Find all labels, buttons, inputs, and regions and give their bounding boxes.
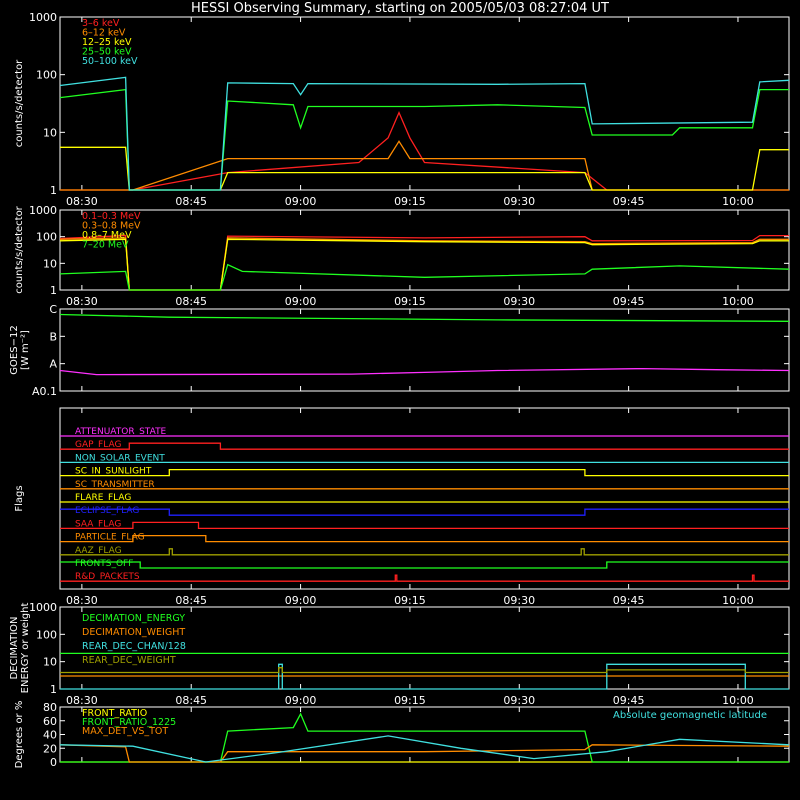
x-tick-label: 09:30 bbox=[503, 195, 535, 208]
panel-frame bbox=[59, 209, 790, 291]
y-tick-label: 40 bbox=[43, 729, 57, 742]
y-tick-label: 60 bbox=[43, 715, 57, 728]
panel-frame bbox=[59, 16, 790, 191]
y-tick-label: 20 bbox=[43, 742, 57, 755]
annotation-label: Absolute geomagnetic latitude bbox=[613, 710, 767, 721]
y-tick-label: A0.1 bbox=[32, 385, 57, 398]
x-tick-label: 08:30 bbox=[66, 594, 98, 607]
series-line bbox=[59, 735, 790, 763]
y-axis-label: [W m⁻²] bbox=[20, 330, 31, 370]
y-axis-label: counts/s/detector bbox=[14, 59, 25, 147]
y-tick-label: 0 bbox=[50, 756, 57, 769]
series-label: ECLIPSE_FLAG bbox=[75, 506, 139, 516]
panel-counts_high: 1 10 100 1000 08:30 08:45 09:00 09:15 09:30 09:45… bbox=[14, 204, 790, 308]
y-axis-label: Flags bbox=[14, 485, 25, 511]
legend-entry: 50–100 keV bbox=[82, 56, 138, 67]
y-tick-label: 1000 bbox=[29, 11, 57, 24]
panel-decimation: 1 10 100 1000 08:30 08:45 09:00 09:15 09:30 09:45… bbox=[9, 601, 790, 707]
x-tick-label: 10:00 bbox=[722, 594, 754, 607]
x-tick-label: 09:30 bbox=[503, 295, 535, 308]
y-axis-label: DECIMATION bbox=[9, 616, 20, 679]
x-tick-label: 08:45 bbox=[175, 594, 207, 607]
series-line bbox=[59, 238, 789, 291]
y-tick-label: B bbox=[49, 330, 57, 343]
x-tick-label: 08:45 bbox=[175, 295, 207, 308]
x-tick-label: 09:00 bbox=[285, 594, 317, 607]
series-line bbox=[60, 548, 789, 556]
legend-entry: REAR_DEC_CHAN/128 bbox=[82, 641, 186, 652]
legend-entry: DECIMATION_ENERGY bbox=[82, 613, 185, 624]
y-tick-label: 10 bbox=[43, 257, 57, 270]
series-line bbox=[60, 534, 789, 543]
series-line bbox=[60, 508, 789, 516]
x-tick-label: 10:00 bbox=[722, 295, 754, 308]
y-axis-label: ENERGY or weight bbox=[20, 603, 31, 694]
y-axis-label: counts/s/detector bbox=[14, 205, 25, 293]
series-line bbox=[60, 574, 789, 582]
y-tick-label: 100 bbox=[36, 69, 57, 82]
series-line bbox=[59, 237, 789, 291]
x-tick-label: 09:30 bbox=[503, 594, 535, 607]
y-tick-label: 1 bbox=[50, 284, 57, 297]
series-line bbox=[59, 313, 790, 322]
series-label: FRONTS_OFF bbox=[75, 559, 133, 569]
x-tick-label: 09:15 bbox=[394, 295, 426, 308]
x-tick-label: 08:45 bbox=[175, 195, 207, 208]
x-tick-label: 09:00 bbox=[285, 295, 317, 308]
series-line bbox=[59, 744, 790, 763]
x-tick-label: 09:15 bbox=[394, 195, 426, 208]
series-line bbox=[60, 468, 789, 477]
x-tick-label: 09:45 bbox=[613, 694, 645, 707]
series-line bbox=[59, 367, 790, 376]
series-line bbox=[60, 561, 789, 569]
series-line bbox=[59, 263, 790, 291]
series-line bbox=[60, 667, 789, 674]
panel-counts_low: 1 10 100 1000 08:30 08:45 09:00 09:15 09:30 09:45… bbox=[14, 11, 790, 208]
y-tick-label: 1000 bbox=[29, 204, 57, 217]
series-line bbox=[60, 521, 789, 530]
legend-entry: MAX_DET_VS_TOT bbox=[82, 726, 168, 737]
x-tick-label: 08:45 bbox=[175, 694, 207, 707]
legend-entry: 7–20 MeV bbox=[82, 240, 129, 251]
y-tick-label: 10 bbox=[43, 126, 57, 139]
legend-entry: DECIMATION_WEIGHT bbox=[82, 627, 185, 638]
y-tick-label: 1 bbox=[50, 184, 57, 197]
x-tick-label: 09:15 bbox=[394, 594, 426, 607]
series-line bbox=[60, 663, 789, 690]
series-line bbox=[59, 88, 789, 191]
x-tick-label: 09:00 bbox=[285, 694, 317, 707]
y-tick-label: C bbox=[49, 303, 57, 316]
x-tick-label: 09:15 bbox=[394, 694, 426, 707]
y-axis-label: Degrees or % bbox=[14, 701, 25, 769]
y-axis-label: GOES−12 bbox=[9, 325, 20, 374]
legend-entry: REAR_DEC_WEIGHT bbox=[82, 655, 176, 666]
series-line bbox=[60, 442, 789, 450]
panel-ratio: 020406080Degrees or % FRONT_RATIOFRONT_RA… bbox=[14, 701, 790, 769]
y-tick-label: 10 bbox=[43, 656, 57, 669]
y-tick-label: 80 bbox=[43, 701, 57, 714]
y-tick-label: 1 bbox=[50, 683, 57, 696]
x-tick-label: 08:30 bbox=[66, 195, 98, 208]
x-tick-label: 09:45 bbox=[613, 295, 645, 308]
y-tick-label: A bbox=[49, 358, 57, 371]
y-tick-label: 100 bbox=[36, 628, 57, 641]
y-tick-label: 100 bbox=[36, 231, 57, 244]
x-tick-label: 09:00 bbox=[285, 195, 317, 208]
panel-goes: A0.1 A B C GOES−12 [W m⁻²] bbox=[9, 303, 790, 398]
panel-flags: 08:30 08:45 09:00 09:15 09:30 09:45 10:00 Flags… bbox=[14, 407, 790, 607]
observing-summary-plot: 110100100008:30 08:45 09:00 09:15 09:30 09:45… bbox=[9, 11, 790, 769]
x-tick-label: 09:30 bbox=[503, 694, 535, 707]
x-tick-label: 10:00 bbox=[722, 195, 754, 208]
x-tick-label: 09:45 bbox=[613, 594, 645, 607]
x-tick-label: 08:30 bbox=[66, 295, 98, 308]
x-tick-label: 08:30 bbox=[66, 694, 98, 707]
y-tick-label: 1000 bbox=[29, 601, 57, 614]
x-tick-label: 09:45 bbox=[613, 195, 645, 208]
x-tick-label: 10:00 bbox=[722, 694, 754, 707]
